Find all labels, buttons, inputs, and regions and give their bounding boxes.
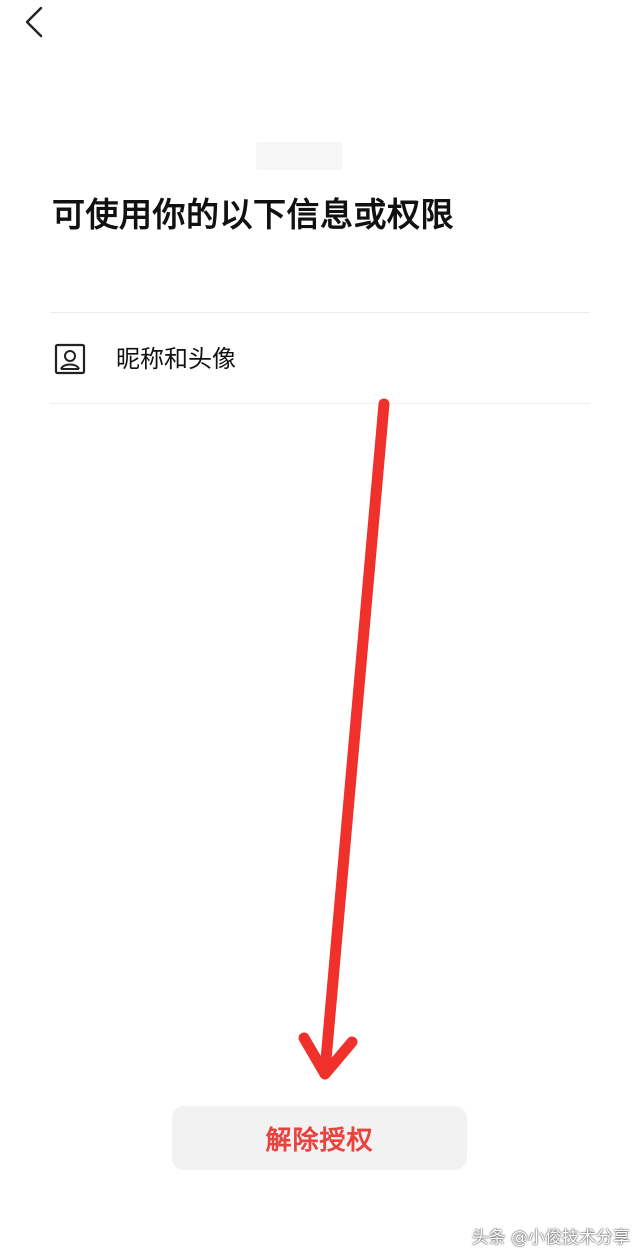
page-title: 可使用你的以下信息或权限 <box>52 195 454 234</box>
divider-bottom <box>50 403 590 404</box>
chevron-left-icon <box>23 5 45 43</box>
divider-top <box>50 312 590 313</box>
watermark: 头条 @小俊技术分享 <box>471 1228 630 1248</box>
permission-label: 昵称和头像 <box>116 344 236 373</box>
annotation-arrow <box>298 398 390 1080</box>
app-name-redacted <box>256 142 342 170</box>
back-button[interactable] <box>14 4 54 44</box>
person-portrait-icon <box>53 342 87 376</box>
revoke-authorization-button[interactable]: 解除授权 <box>172 1106 467 1170</box>
permission-item-nickname-avatar: 昵称和头像 <box>50 314 590 403</box>
